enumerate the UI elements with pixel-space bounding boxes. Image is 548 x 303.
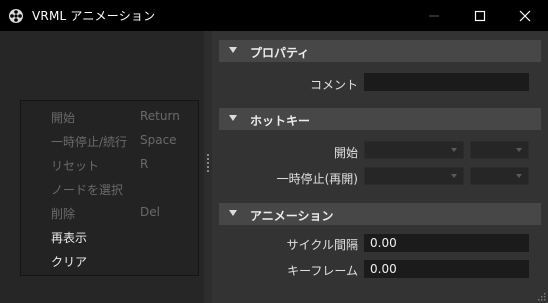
command-reset[interactable]: リセット R	[21, 155, 200, 175]
splitter-grip-dot	[207, 162, 209, 164]
start-hotkey-modifier-select[interactable]	[364, 141, 464, 159]
command-redisplay[interactable]: 再表示	[21, 227, 200, 247]
command-shortcut: Del	[140, 205, 160, 219]
section-properties-header[interactable]: プロパティ	[219, 40, 541, 62]
chevron-down-icon	[516, 148, 522, 152]
command-pane: 開始 Return 一時停止/続行 Space リセット R ノードを選択 削除…	[0, 31, 204, 303]
close-icon	[519, 10, 531, 21]
command-shortcut: Return	[140, 109, 180, 123]
maximize-button[interactable]	[457, 0, 503, 31]
command-pause-resume[interactable]: 一時停止/続行 Space	[21, 131, 200, 151]
pause-hotkey-key-select[interactable]	[470, 167, 529, 185]
chevron-down-icon	[516, 174, 522, 178]
maximize-icon	[474, 10, 486, 21]
cycle-interval-input[interactable]: 0.00	[364, 234, 529, 252]
pause-hotkey-label: 一時停止(再開)	[276, 172, 358, 186]
splitter-grip-dot	[207, 170, 209, 172]
start-hotkey-key-select[interactable]	[470, 141, 529, 159]
keyframe-input[interactable]: 0.00	[364, 260, 529, 278]
close-button[interactable]	[502, 0, 548, 31]
command-shortcut: R	[140, 157, 149, 171]
command-label: リセット	[51, 159, 100, 173]
command-label: 削除	[51, 207, 76, 221]
section-title: ホットキー	[250, 114, 311, 128]
section-animation-header[interactable]: アニメーション	[219, 203, 541, 225]
section-title: アニメーション	[250, 209, 334, 223]
command-list: 開始 Return 一時停止/続行 Space リセット R ノードを選択 削除…	[20, 100, 199, 276]
minimize-button[interactable]	[411, 0, 457, 31]
command-clear[interactable]: クリア	[21, 251, 200, 271]
command-label: 一時停止/続行	[51, 135, 128, 149]
command-label: 再表示	[51, 231, 88, 245]
collapse-triangle-icon	[229, 47, 237, 53]
cycle-interval-label: サイクル間隔	[286, 238, 358, 252]
start-hotkey-label: 開始	[333, 146, 358, 160]
collapse-triangle-icon	[229, 210, 237, 216]
splitter-grip-dot	[207, 154, 209, 156]
title-bar[interactable]: VRML アニメーション	[0, 0, 548, 31]
comment-label: コメント	[309, 78, 358, 92]
command-label: 開始	[51, 111, 76, 125]
vrml-animation-window: VRML アニメーション 開始 Return 一時停止/続行 Space リセッ…	[0, 0, 548, 303]
pause-hotkey-modifier-select[interactable]	[364, 167, 464, 185]
command-label: クリア	[51, 255, 88, 269]
command-delete[interactable]: 削除 Del	[21, 203, 200, 223]
collapse-triangle-icon	[229, 115, 237, 121]
window-title: VRML アニメーション	[32, 9, 156, 23]
section-hotkeys-header[interactable]: ホットキー	[219, 108, 541, 130]
command-shortcut: Space	[140, 133, 177, 147]
splitter-grip-dot	[207, 158, 209, 160]
comment-input[interactable]	[364, 73, 529, 91]
command-label: ノードを選択	[51, 183, 124, 197]
minimize-icon	[429, 15, 439, 16]
command-select-node[interactable]: ノードを選択	[21, 179, 200, 199]
command-start[interactable]: 開始 Return	[21, 107, 200, 127]
splitter-grip-dot	[207, 166, 209, 168]
settings-pane: プロパティ コメント ホットキー 開始 一時停止(再開) アニメーション サイク…	[212, 31, 548, 303]
film-reel-icon	[9, 8, 23, 23]
chevron-down-icon	[451, 148, 457, 152]
section-title: プロパティ	[250, 46, 310, 60]
pane-splitter[interactable]	[204, 31, 212, 303]
resize-grip-icon[interactable]	[536, 291, 546, 301]
keyframe-label: キーフレーム	[287, 264, 358, 278]
chevron-down-icon	[451, 174, 457, 178]
